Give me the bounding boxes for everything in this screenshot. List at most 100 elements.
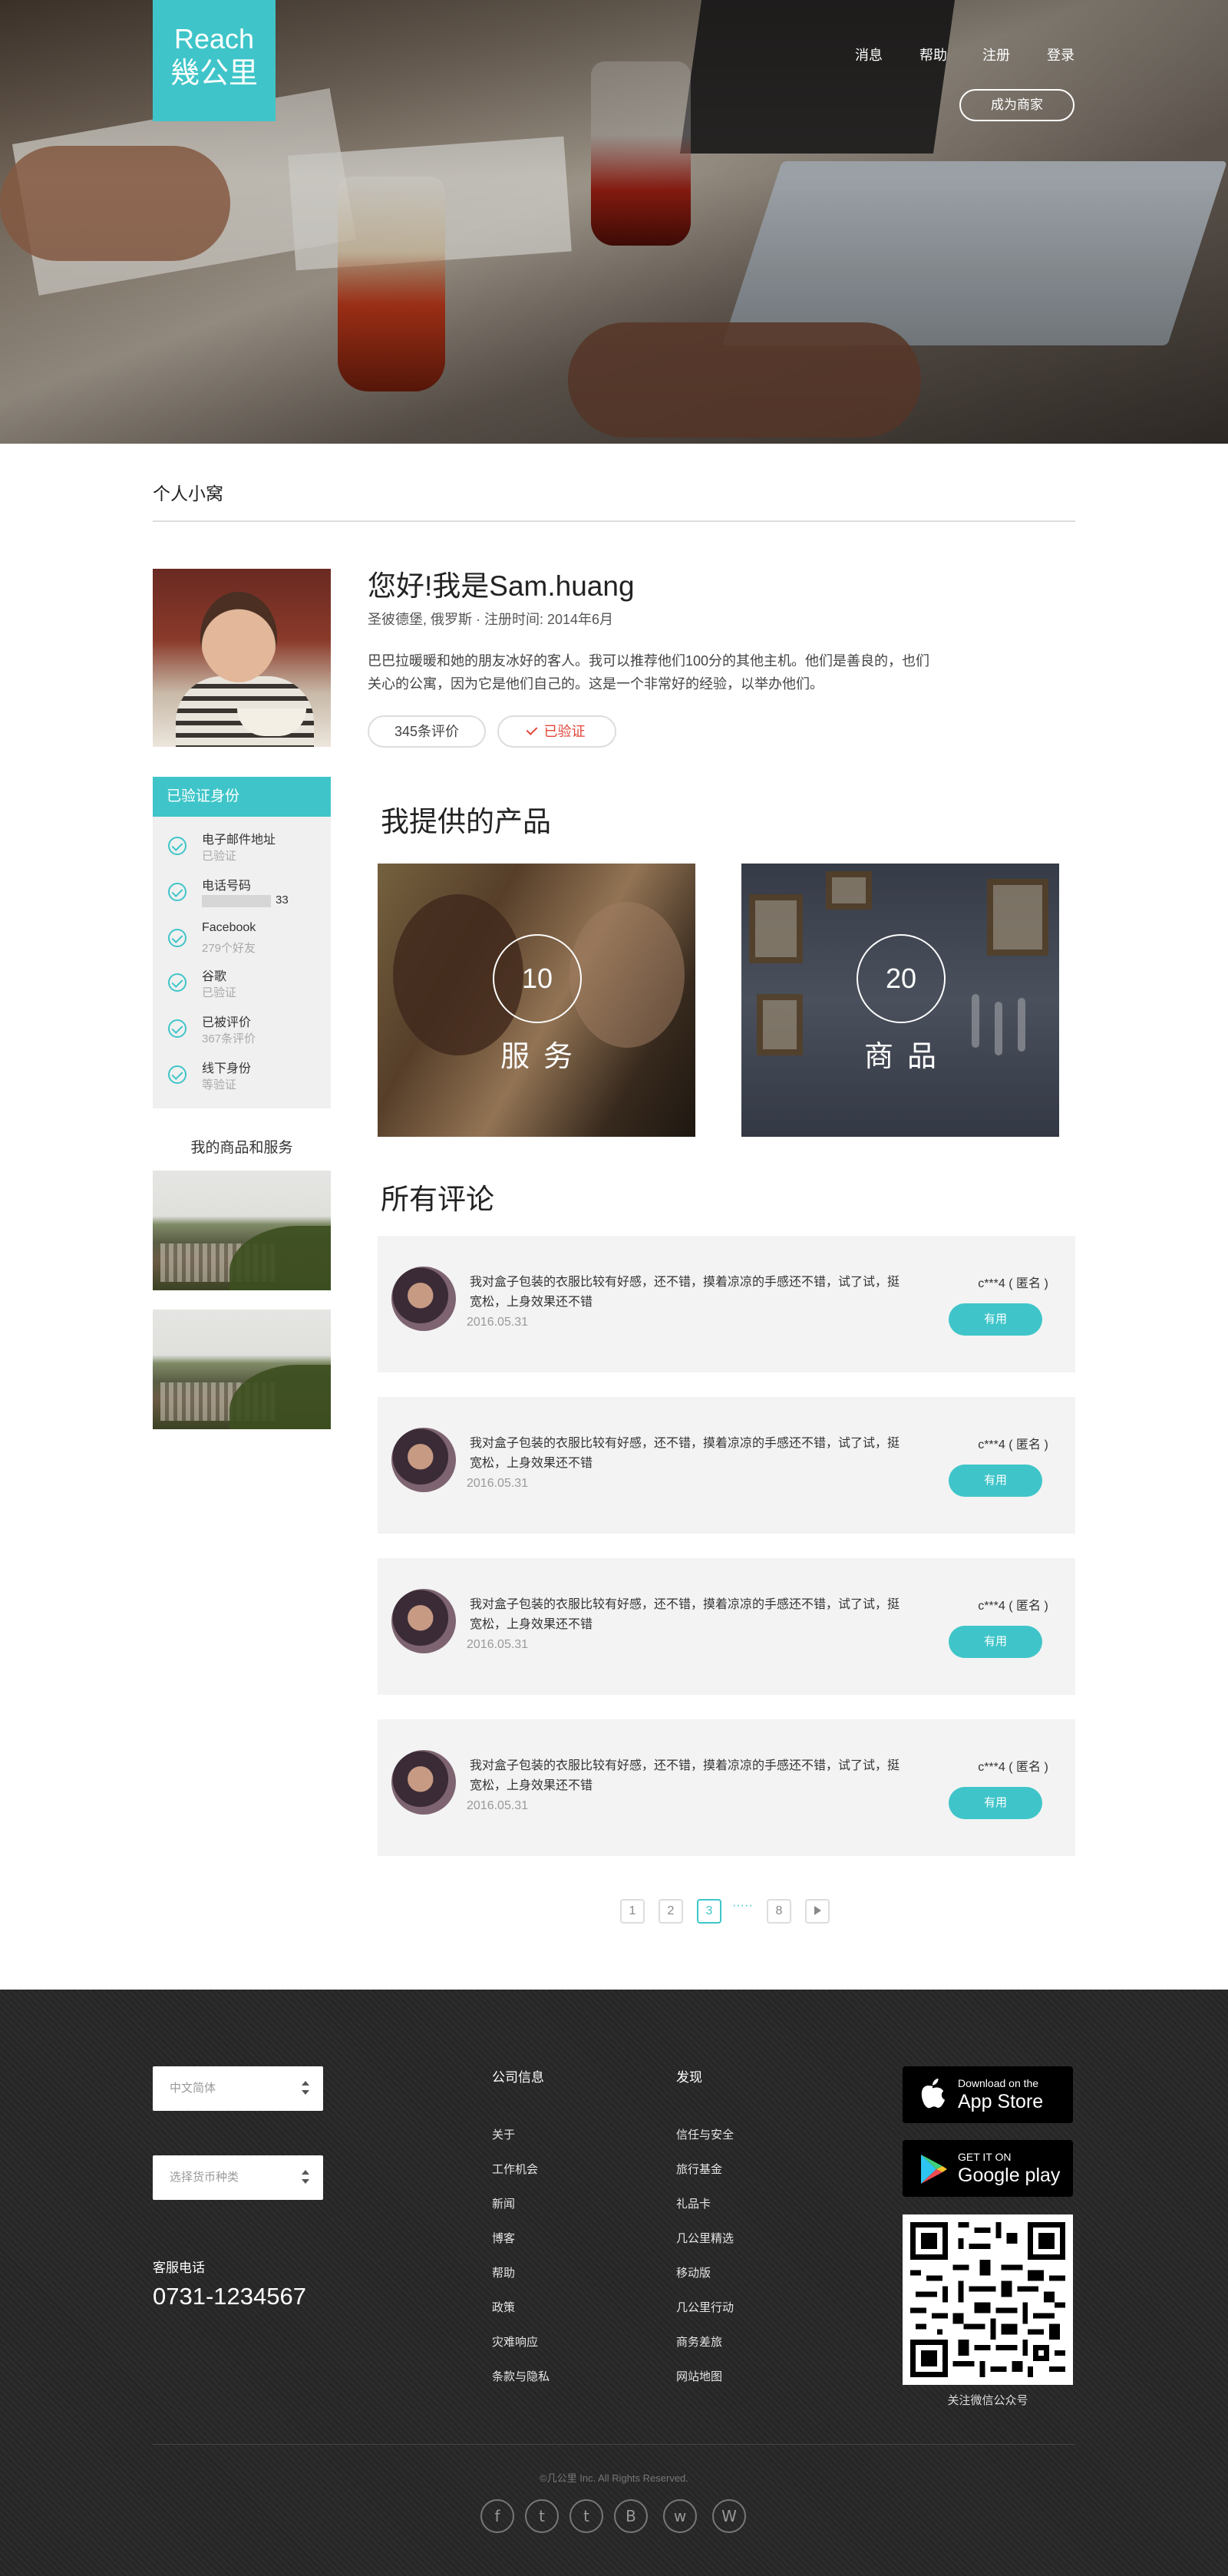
review-item: 我对盒子包装的衣服比较有好感，还不错，摸着凉凉的手感还不错，试了试，挺宽松，上身…: [378, 1236, 1075, 1372]
select-arrows-icon: [302, 2170, 309, 2185]
check-icon: [168, 883, 187, 901]
footer-link[interactable]: 信任与安全: [676, 2126, 734, 2142]
select-arrows-icon: [302, 2081, 309, 2096]
reviewer-name: c***4 ( 匿名 ): [978, 1438, 1048, 1451]
footer-divider: [153, 2444, 1075, 2445]
reviewer-avatar: [391, 1750, 456, 1815]
language-select[interactable]: 中文简体: [153, 2066, 323, 2111]
my-goods-title: 我的商品和服务: [190, 1140, 293, 1156]
footer-link[interactable]: 条款与隐私: [492, 2368, 550, 2384]
nav-help[interactable]: 帮助: [919, 45, 947, 63]
helpful-button[interactable]: 有用: [949, 1626, 1042, 1658]
app-store-badge[interactable]: Download on the App Store: [903, 2066, 1073, 2123]
page-title: 个人小窝: [153, 484, 223, 504]
reviewer-name: c***4 ( 匿名 ): [978, 1600, 1048, 1613]
reviewer-name: c***4 ( 匿名 ): [978, 1277, 1048, 1290]
next-arrow-icon: [814, 1906, 821, 1915]
page-button-2[interactable]: 2: [659, 1899, 683, 1924]
footer-link[interactable]: 旅行基金: [676, 2161, 722, 2177]
verified-label: 已验证: [543, 724, 586, 739]
google-play-small: GET IT ON: [958, 2151, 1012, 2163]
product-card-services[interactable]: 10 服务: [378, 864, 695, 1137]
check-icon: [168, 1019, 187, 1038]
review-date: 2016.05.31: [467, 1477, 529, 1490]
tumblr-icon[interactable]: t: [569, 2499, 603, 2533]
services-label: 服务: [500, 1041, 586, 1073]
blogger-icon[interactable]: B: [614, 2499, 648, 2533]
review-date: 2016.05.31: [467, 1799, 529, 1812]
footer-link[interactable]: 关于: [492, 2126, 515, 2142]
hotline-label: 客服电话: [153, 2261, 205, 2275]
review-text: 我对盒子包装的衣服比较有好感，还不错，摸着凉凉的手感还不错，试了试，挺宽松，上身…: [470, 1598, 900, 1631]
facebook-icon[interactable]: f: [480, 2499, 514, 2533]
reviews-count-pill[interactable]: 345条评价: [368, 715, 486, 748]
footer-link[interactable]: 工作机会: [492, 2161, 538, 2177]
footer-link[interactable]: 网站地图: [676, 2368, 722, 2384]
product-card-goods[interactable]: 20 商品: [741, 864, 1059, 1137]
app-store-small: Download on the: [958, 2077, 1039, 2089]
nav-register[interactable]: 注册: [982, 45, 1010, 63]
services-count: 10: [493, 934, 582, 1023]
footer-link[interactable]: 礼品卡: [676, 2195, 711, 2211]
copyright: ©几公里 Inc. All Rights Reserved.: [540, 2472, 688, 2484]
page-button-3[interactable]: 3: [697, 1899, 721, 1924]
nav-login[interactable]: 登录: [1047, 45, 1074, 63]
footer-link[interactable]: 帮助: [492, 2264, 515, 2280]
verify-item-google: 谷歌 已验证: [153, 963, 331, 1001]
profile-meta: 圣彼德堡, 俄罗斯 · 注册时间: 2014年6月: [368, 612, 614, 627]
nav-messages[interactable]: 消息: [855, 45, 883, 63]
reviews-title: 所有评论: [381, 1184, 494, 1215]
verified-pill[interactable]: 已验证: [497, 715, 616, 748]
check-icon: [168, 973, 187, 992]
become-merchant-button[interactable]: 成为商家: [959, 89, 1074, 121]
footer-link[interactable]: 政策: [492, 2299, 515, 2315]
page-button-1[interactable]: 1: [620, 1899, 645, 1924]
weibo-icon[interactable]: W: [712, 2499, 746, 2533]
brand-line1: Reach: [173, 23, 255, 54]
google-play-badge[interactable]: GET IT ON Google play: [903, 2140, 1073, 2197]
currency-select[interactable]: 选择货币种类: [153, 2155, 323, 2200]
footer-link[interactable]: 几公里精选: [676, 2230, 734, 2246]
app-store-big: App Store: [958, 2091, 1044, 2112]
review-text: 我对盒子包装的衣服比较有好感，还不错，摸着凉凉的手感还不错，试了试，挺宽松，上身…: [470, 1437, 900, 1470]
profile-bio: 巴巴拉暖暖和她的朋友冰好的客人。我可以推荐他们100分的其他主机。他们是善良的，…: [368, 653, 930, 692]
verification-panel: 已验证身份 电子邮件地址 已验证 电话号码 33 Facebook 279个好友…: [153, 777, 331, 1108]
check-icon: [168, 1065, 187, 1084]
review-item: 我对盒子包装的衣服比较有好感，还不错，摸着凉凉的手感还不错，试了试，挺宽松，上身…: [378, 1558, 1075, 1695]
footer-link[interactable]: 移动版: [676, 2264, 711, 2280]
goods-image[interactable]: [153, 1309, 331, 1429]
reviewer-avatar: [391, 1589, 456, 1653]
goods-image[interactable]: [153, 1171, 331, 1290]
check-icon: [526, 724, 537, 735]
apple-icon: [921, 2079, 946, 2109]
next-page-button[interactable]: [805, 1899, 830, 1924]
review-item: 我对盒子包装的衣服比较有好感，还不错，摸着凉凉的手感还不错，试了试，挺宽松，上身…: [378, 1397, 1075, 1534]
helpful-button[interactable]: 有用: [949, 1303, 1042, 1336]
brand-logo[interactable]: Reach 幾公里: [153, 0, 276, 121]
helpful-button[interactable]: 有用: [949, 1787, 1042, 1819]
footer-link[interactable]: 商务差旅: [676, 2333, 722, 2350]
page-button-8[interactable]: 8: [767, 1899, 791, 1924]
hotline-number: 0731-1234567: [153, 2283, 306, 2310]
google-play-icon: [921, 2155, 947, 2184]
review-text: 我对盒子包装的衣服比较有好感，还不错，摸着凉凉的手感还不错，试了试，挺宽松，上身…: [470, 1759, 900, 1792]
footer-link[interactable]: 灾难响应: [492, 2333, 538, 2350]
check-icon: [168, 929, 187, 947]
footer-link[interactable]: 新闻: [492, 2195, 515, 2211]
twitter-icon[interactable]: t: [525, 2499, 559, 2533]
footer-link[interactable]: 几公里行动: [676, 2299, 734, 2315]
qr-caption: 关注微信公众号: [947, 2394, 1028, 2407]
footer-col-company-title: 公司信息: [492, 2070, 544, 2085]
verify-item-reviewed: 已被评价 367条评价: [153, 1009, 331, 1047]
wechat-icon[interactable]: w: [663, 2499, 697, 2533]
footer-link[interactable]: 博客: [492, 2230, 515, 2246]
helpful-button[interactable]: 有用: [949, 1465, 1042, 1497]
verify-item-phone: 电话号码 33: [153, 872, 331, 910]
goods-label: 商品: [863, 1041, 950, 1073]
reviewer-avatar: [391, 1267, 456, 1331]
verify-item-email: 电子邮件地址 已验证: [153, 826, 331, 864]
reviewer-name: c***4 ( 匿名 ): [978, 1761, 1048, 1774]
profile-avatar: [153, 569, 331, 747]
verify-item-offline-id: 线下身份 等验证: [153, 1055, 331, 1093]
review-item: 我对盒子包装的衣服比较有好感，还不错，摸着凉凉的手感还不错，试了试，挺宽松，上身…: [378, 1719, 1075, 1856]
